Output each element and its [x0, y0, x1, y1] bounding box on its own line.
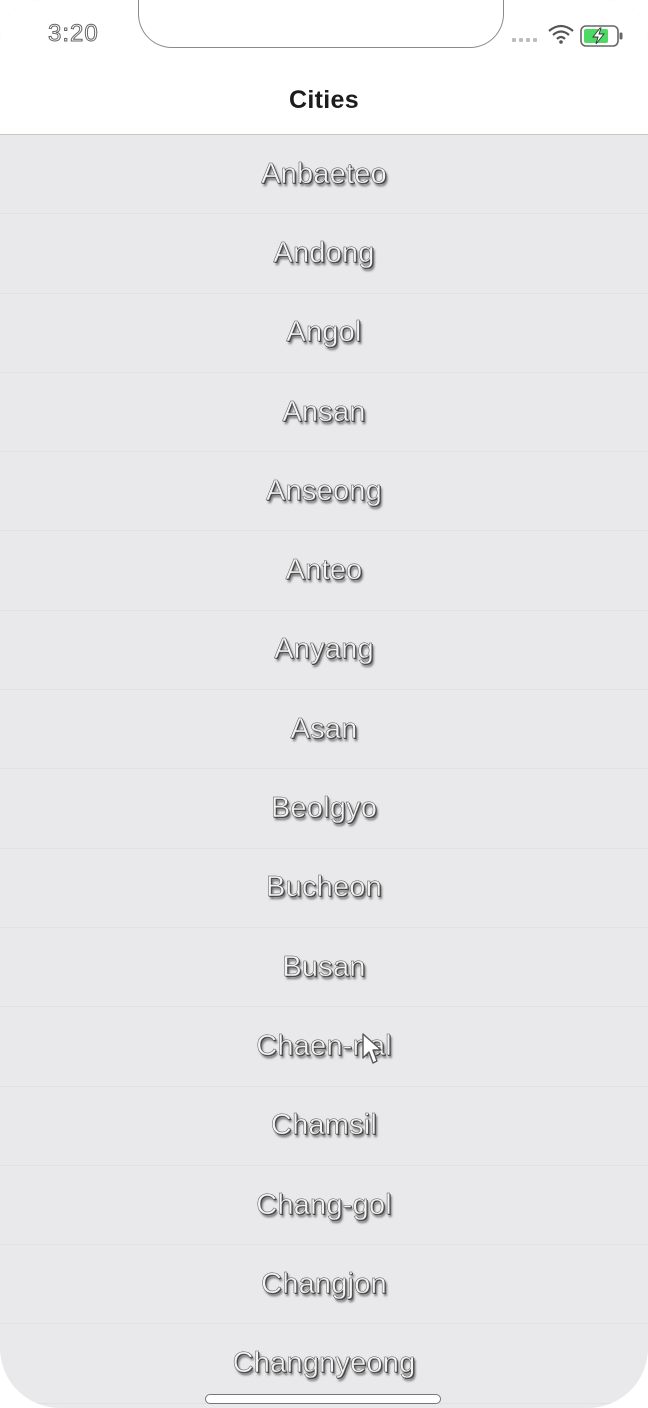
city-label: Anyang — [274, 633, 374, 666]
status-time: 3:20 — [48, 20, 99, 48]
battery-charging-icon — [580, 25, 623, 47]
city-list: Anbaeteo Andong Angol Ansan Anseong Ante… — [0, 135, 648, 1404]
list-item[interactable]: Anbaeteo — [0, 135, 648, 215]
signal-dots-icon — [512, 38, 537, 42]
list-item[interactable]: Ansan — [0, 373, 648, 453]
list-item[interactable]: Angol — [0, 294, 648, 373]
mouse-pointer-icon — [362, 1033, 382, 1064]
list-item[interactable]: Anyang — [0, 611, 648, 691]
city-label: Andong — [273, 236, 375, 270]
home-indicator[interactable] — [205, 1394, 441, 1404]
city-label: Beolgyo — [270, 792, 378, 825]
city-label: Anteo — [285, 554, 363, 587]
device-notch — [138, 0, 504, 48]
list-item[interactable]: Beolgyo — [0, 769, 648, 849]
status-bar: 3:20 — [0, 0, 648, 66]
navigation-bar: Cities — [0, 66, 648, 135]
list-item[interactable]: Bucheon — [0, 849, 648, 928]
list-item[interactable]: Busan — [0, 928, 648, 1008]
list-item[interactable]: Chaen-nal — [0, 1007, 648, 1087]
city-label: Ansan — [282, 395, 366, 428]
city-label: Anbaeteo — [261, 157, 387, 190]
city-label: Busan — [282, 950, 366, 983]
city-label: Changjon — [261, 1267, 387, 1301]
page-title: Cities — [289, 86, 359, 114]
city-label: Anseong — [266, 474, 382, 508]
city-label: Bucheon — [266, 871, 382, 904]
city-label: Angol — [286, 316, 362, 349]
phone-screen: 3:20 Cities Anbaeteo Andong Angol Ansan … — [0, 0, 648, 1408]
list-item[interactable]: Changnyeong — [0, 1324, 648, 1404]
list-item[interactable]: Asan — [0, 690, 648, 770]
list-item[interactable]: Andong — [0, 214, 648, 294]
wifi-icon — [548, 24, 574, 44]
city-label: Changnyeong — [232, 1347, 416, 1380]
list-item[interactable]: Anteo — [0, 531, 648, 611]
city-label: Chang-gol — [256, 1188, 392, 1221]
list-item[interactable]: Changjon — [0, 1245, 648, 1325]
city-label: Chamsil — [270, 1109, 378, 1142]
city-label: Asan — [290, 712, 358, 745]
list-item[interactable]: Chang-gol — [0, 1166, 648, 1246]
list-item[interactable]: Chamsil — [0, 1087, 648, 1166]
list-item[interactable]: Anseong — [0, 452, 648, 532]
